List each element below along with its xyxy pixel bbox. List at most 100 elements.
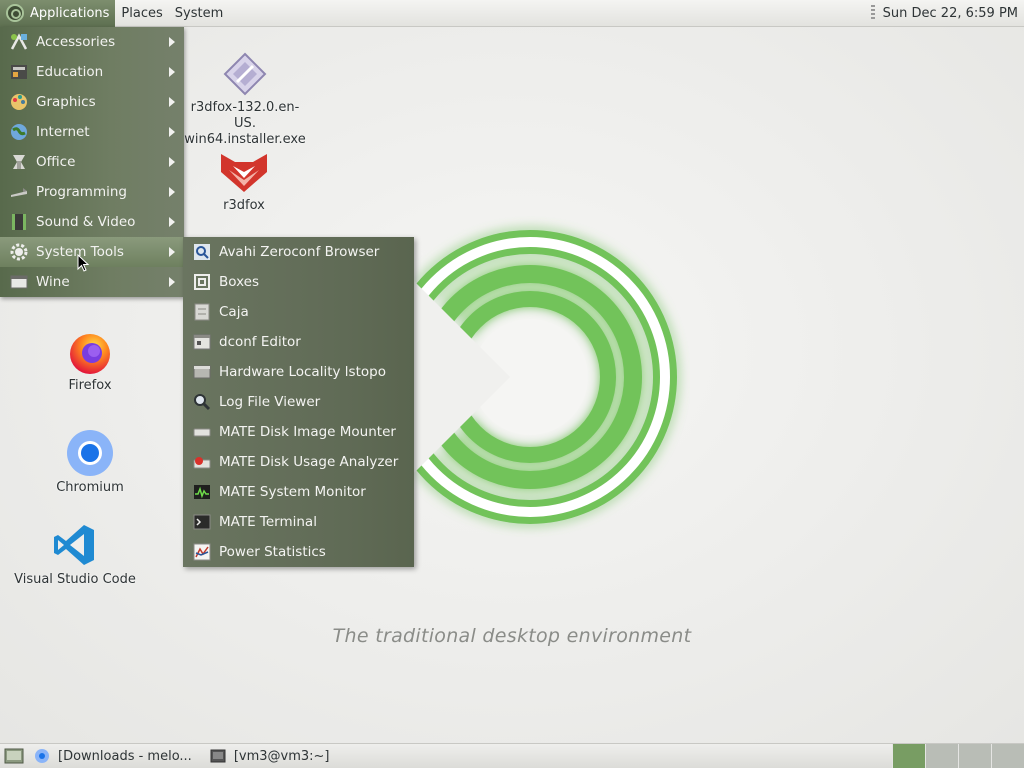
- system-menu-button[interactable]: System: [169, 0, 229, 27]
- workspace-3[interactable]: [958, 744, 991, 768]
- system-tools-submenu: Avahi Zeroconf Browser Boxes Caja dconf …: [183, 237, 414, 567]
- submenu-arrow-icon: [169, 67, 175, 77]
- wallpaper-tagline: The traditional desktop environment: [332, 625, 692, 647]
- chromium-task-icon: [35, 749, 49, 763]
- menu-item-label: MATE Disk Image Mounter: [219, 424, 396, 440]
- vscode-icon: [54, 525, 94, 565]
- mate-logo-icon: [6, 4, 24, 22]
- disk-image-mounter-icon: [191, 421, 213, 443]
- applications-menu-button[interactable]: Applications: [0, 0, 116, 27]
- desktop-icon-chromium[interactable]: Chromium: [50, 428, 130, 496]
- submenu-arrow-icon: [169, 247, 175, 257]
- workspace-switcher: [892, 744, 1024, 768]
- graphics-icon: [8, 91, 30, 113]
- desktop-icon-firefox[interactable]: Firefox: [50, 330, 130, 394]
- chromium-icon: [67, 430, 113, 476]
- menu-item-label: MATE System Monitor: [219, 484, 366, 500]
- menu-item-log-file-viewer[interactable]: Log File Viewer: [183, 387, 414, 417]
- desktop-icon-r3dfox-installer[interactable]: r3dfox-132.0.en-US. win64.installer.exe: [184, 52, 306, 148]
- workspace-4[interactable]: [991, 744, 1024, 768]
- task-label: [vm3@vm3:~]: [233, 748, 330, 764]
- icon-label: Visual Studio Code: [14, 572, 136, 587]
- workspace-1[interactable]: [892, 744, 925, 768]
- menu-item-system-tools[interactable]: System Tools: [0, 237, 184, 267]
- installer-icon: [223, 52, 267, 96]
- taskbar-item-downloads[interactable]: [Downloads - melo...: [28, 746, 198, 767]
- menu-item-avahi-zeroconf-browser[interactable]: Avahi Zeroconf Browser: [183, 237, 414, 267]
- r3dfox-icon: [221, 154, 267, 192]
- menu-item-accessories[interactable]: Accessories: [0, 27, 184, 57]
- menu-item-label: MATE Disk Usage Analyzer: [219, 454, 399, 470]
- system-label: System: [174, 5, 224, 21]
- mouse-pointer-icon: [77, 254, 89, 272]
- menu-item-mate-system-monitor[interactable]: MATE System Monitor: [183, 477, 414, 507]
- menu-item-mate-disk-image-mounter[interactable]: MATE Disk Image Mounter: [183, 417, 414, 447]
- disk-usage-analyzer-icon: [191, 451, 213, 473]
- menu-item-programming[interactable]: Programming: [0, 177, 184, 207]
- menu-item-label: Power Statistics: [219, 544, 326, 560]
- clock[interactable]: Sun Dec 22, 6:59 PM: [883, 6, 1024, 21]
- power-statistics-icon: [191, 541, 213, 563]
- menu-item-boxes[interactable]: Boxes: [183, 267, 414, 297]
- applications-menu: Accessories Education Graphics Internet …: [0, 27, 184, 297]
- submenu-arrow-icon: [169, 127, 175, 137]
- submenu-arrow-icon: [169, 217, 175, 227]
- boxes-icon: [191, 271, 213, 293]
- submenu-arrow-icon: [169, 277, 175, 287]
- terminal-icon: [191, 511, 213, 533]
- menu-item-label: Office: [36, 154, 76, 170]
- sound-video-icon: [8, 211, 30, 233]
- system-monitor-icon: [191, 481, 213, 503]
- system-tools-icon: [8, 241, 30, 263]
- menu-item-label: Avahi Zeroconf Browser: [219, 244, 380, 260]
- internet-icon: [8, 121, 30, 143]
- panel-drag-handle[interactable]: [870, 5, 875, 21]
- menu-item-mate-disk-usage-analyzer[interactable]: MATE Disk Usage Analyzer: [183, 447, 414, 477]
- terminal-task-icon: [210, 749, 226, 763]
- menu-item-graphics[interactable]: Graphics: [0, 87, 184, 117]
- desktop-icon-vscode[interactable]: Visual Studio Code: [14, 522, 136, 588]
- icon-label: Chromium: [56, 480, 124, 495]
- menu-item-label: Accessories: [36, 34, 116, 50]
- workspace-2[interactable]: [925, 744, 958, 768]
- icon-label: Firefox: [68, 378, 112, 393]
- avahi-browser-icon: [191, 241, 213, 263]
- education-icon: [8, 61, 30, 83]
- applications-label: Applications: [30, 5, 110, 21]
- menu-item-mate-terminal[interactable]: MATE Terminal: [183, 507, 414, 537]
- menu-item-sound-video[interactable]: Sound & Video: [0, 207, 184, 237]
- mate-logo-wallpaper: [370, 230, 677, 524]
- menu-item-label: Graphics: [36, 94, 96, 110]
- firefox-icon: [70, 334, 110, 374]
- menu-item-label: Caja: [219, 304, 249, 320]
- menu-item-label: Sound & Video: [36, 214, 136, 230]
- top-panel: Applications Places System Sun Dec 22, 6…: [0, 0, 1024, 27]
- show-desktop-button[interactable]: [0, 746, 28, 767]
- icon-label: r3dfox: [223, 198, 265, 213]
- menu-item-dconf-editor[interactable]: dconf Editor: [183, 327, 414, 357]
- menu-item-caja[interactable]: Caja: [183, 297, 414, 327]
- submenu-arrow-icon: [169, 97, 175, 107]
- lstopo-icon: [191, 361, 213, 383]
- menu-item-label: Internet: [36, 124, 90, 140]
- menu-item-wine[interactable]: Wine: [0, 267, 184, 297]
- task-label: [Downloads - melo...: [58, 748, 192, 764]
- menu-item-label: Programming: [36, 184, 127, 200]
- submenu-arrow-icon: [169, 187, 175, 197]
- menu-item-label: Log File Viewer: [219, 394, 321, 410]
- show-desktop-icon: [4, 748, 24, 764]
- menu-item-power-statistics[interactable]: Power Statistics: [183, 537, 414, 567]
- desktop-icon-r3dfox[interactable]: r3dfox: [204, 152, 284, 214]
- menu-item-internet[interactable]: Internet: [0, 117, 184, 147]
- menu-item-label: Wine: [36, 274, 70, 290]
- taskbar-item-terminal[interactable]: [vm3@vm3:~]: [204, 746, 336, 767]
- office-icon: [8, 151, 30, 173]
- menu-item-label: Education: [36, 64, 104, 80]
- menu-item-education[interactable]: Education: [0, 57, 184, 87]
- submenu-arrow-icon: [169, 157, 175, 167]
- menu-item-hardware-locality-lstopo[interactable]: Hardware Locality lstopo: [183, 357, 414, 387]
- places-menu-button[interactable]: Places: [115, 0, 168, 27]
- top-panel-right: Sun Dec 22, 6:59 PM: [870, 0, 1024, 27]
- menu-item-label: Boxes: [219, 274, 260, 290]
- menu-item-office[interactable]: Office: [0, 147, 184, 177]
